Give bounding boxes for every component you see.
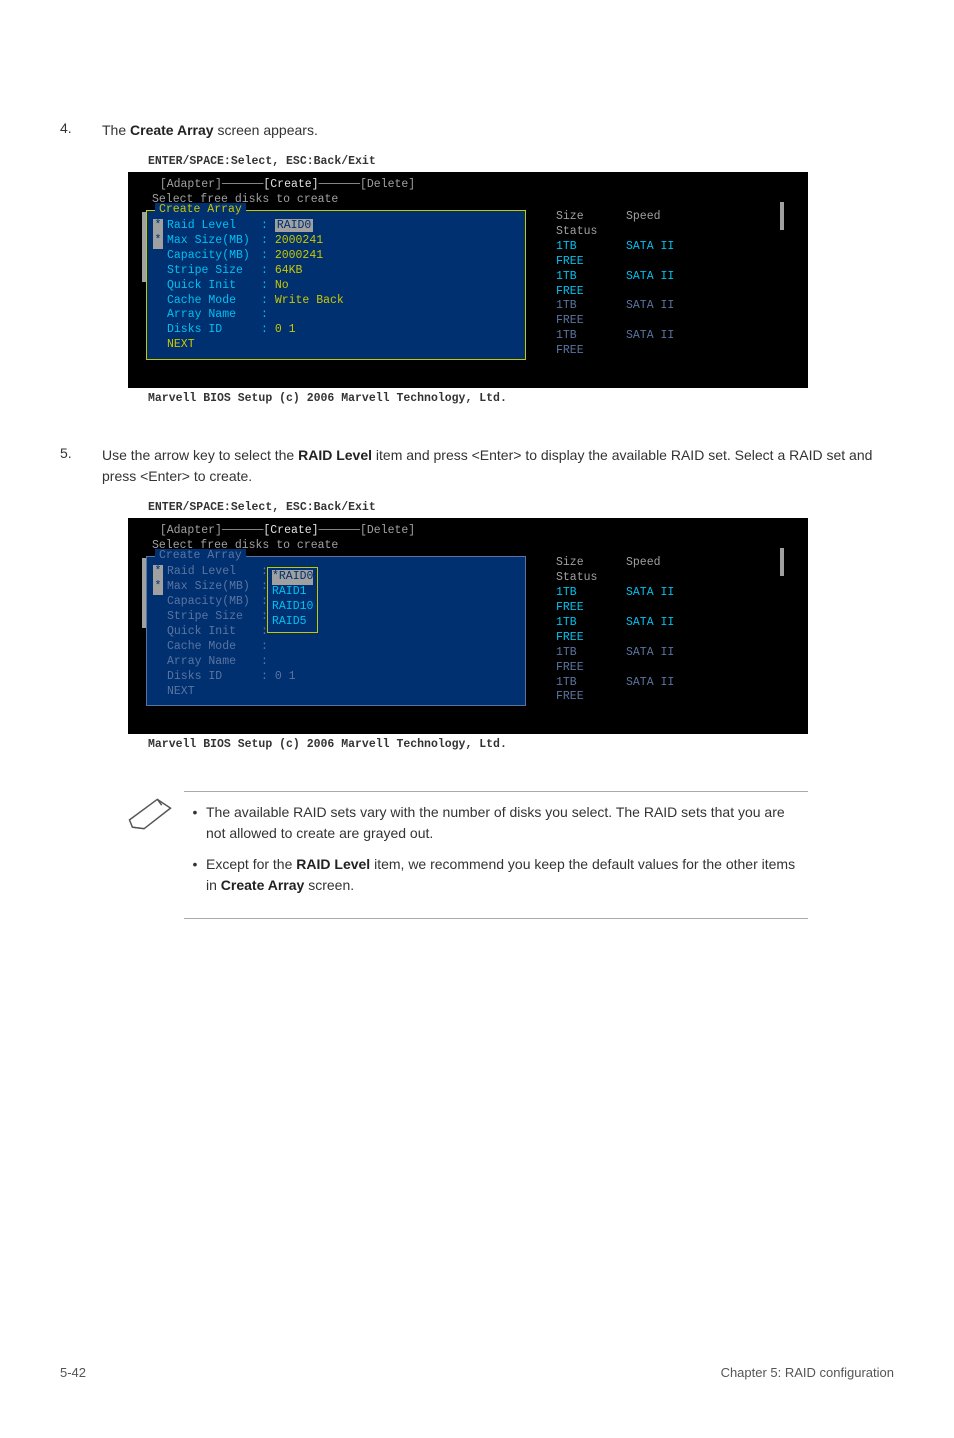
panel-title: Create Array	[155, 549, 246, 564]
table-row[interactable]: 1TBSATA IIFREE	[556, 616, 780, 646]
step-num: 4.	[60, 120, 102, 141]
bios-tabs: [Adapter]──────[Create]──────[Delete]	[146, 524, 780, 539]
bios-screenshot-1: ENTER/SPACE:Select, ESC:Back/Exit [Adapt…	[128, 155, 894, 411]
row-max-size: *Max Size(MB): 2000241	[153, 234, 519, 249]
tab-adapter[interactable]: [Adapter]	[160, 178, 222, 191]
raid-level-dropdown[interactable]: *RAID0 RAID1 RAID10 RAID5	[267, 567, 318, 633]
scrollbar-right[interactable]	[780, 202, 784, 230]
step-4: 4. The Create Array screen appears.	[60, 120, 894, 141]
tab-create[interactable]: [Create]	[263, 524, 318, 537]
step-5: 5. Use the arrow key to select the RAID …	[60, 445, 894, 487]
dropdown-option[interactable]: *RAID0	[272, 570, 313, 585]
row-disks: Disks ID: 0 1	[153, 323, 519, 338]
page-number: 5-42	[60, 1365, 86, 1380]
tab-create[interactable]: [Create]	[263, 178, 318, 191]
step-num: 5.	[60, 445, 102, 487]
table-row[interactable]: 1TBSATA IIFREE	[556, 240, 780, 270]
row-cache[interactable]: Cache Mode: Write Back	[153, 294, 519, 309]
table-row[interactable]: 1TBSATA IIFREE	[556, 270, 780, 300]
bios-footer: Marvell BIOS Setup (c) 2006 Marvell Tech…	[128, 388, 808, 411]
chapter-label: Chapter 5: RAID configuration	[721, 1365, 894, 1380]
panel-title: Create Array	[155, 203, 246, 218]
bios-screenshot-2: ENTER/SPACE:Select, ESC:Back/Exit [Adapt…	[128, 501, 894, 757]
table-header: SizeSpeedStatus	[556, 556, 780, 586]
note-block: •The available RAID sets vary with the n…	[128, 791, 808, 919]
row-quick[interactable]: Quick Init: No	[153, 279, 519, 294]
note-item: •Except for the RAID Level item, we reco…	[184, 854, 808, 896]
row-capacity[interactable]: Capacity(MB): 2000241	[153, 249, 519, 264]
table-row[interactable]: 1TBSATA IIFREE	[556, 646, 780, 676]
table-row[interactable]: 1TBSATA IIFREE	[556, 586, 780, 616]
bios-tabs: [Adapter]──────[Create]──────[Delete]	[146, 178, 780, 193]
table-row[interactable]: 1TBSATA IIFREE	[556, 676, 780, 706]
bios-footer: Marvell BIOS Setup (c) 2006 Marvell Tech…	[128, 734, 808, 757]
dropdown-option[interactable]: RAID5	[272, 615, 313, 630]
create-array-panel-dim: Create Array *RAID0 RAID1 RAID10 RAID5 *…	[146, 556, 526, 706]
row-next[interactable]: NEXT	[153, 338, 519, 353]
tab-delete[interactable]: [Delete]	[360, 178, 415, 191]
disk-table: SizeSpeedStatus 1TBSATA IIFREE 1TBSATA I…	[526, 210, 780, 360]
dropdown-option[interactable]: RAID10	[272, 600, 313, 615]
table-row[interactable]: 1TBSATA IIFREE	[556, 299, 780, 329]
scrollbar-right[interactable]	[780, 548, 784, 576]
disk-table: SizeSpeedStatus 1TBSATA IIFREE 1TBSATA I…	[526, 556, 780, 706]
row-array[interactable]: Array Name:	[153, 308, 519, 323]
step-text: Use the arrow key to select the RAID Lev…	[102, 445, 894, 487]
note-list: •The available RAID sets vary with the n…	[184, 791, 808, 919]
note-item: •The available RAID sets vary with the n…	[184, 802, 808, 844]
note-icon	[128, 791, 184, 919]
bios-header: ENTER/SPACE:Select, ESC:Back/Exit	[128, 501, 808, 518]
step-text: The Create Array screen appears.	[102, 120, 894, 141]
create-array-panel: Create Array *Raid Level: RAID0 *Max Siz…	[146, 210, 526, 360]
bios-header: ENTER/SPACE:Select, ESC:Back/Exit	[128, 155, 808, 172]
table-header: SizeSpeedStatus	[556, 210, 780, 240]
row-stripe[interactable]: Stripe Size: 64KB	[153, 264, 519, 279]
table-row[interactable]: 1TBSATA IIFREE	[556, 329, 780, 359]
tab-delete[interactable]: [Delete]	[360, 524, 415, 537]
dropdown-option[interactable]: RAID1	[272, 585, 313, 600]
page-footer: 5-42 Chapter 5: RAID configuration	[60, 1365, 894, 1380]
tab-adapter[interactable]: [Adapter]	[160, 524, 222, 537]
